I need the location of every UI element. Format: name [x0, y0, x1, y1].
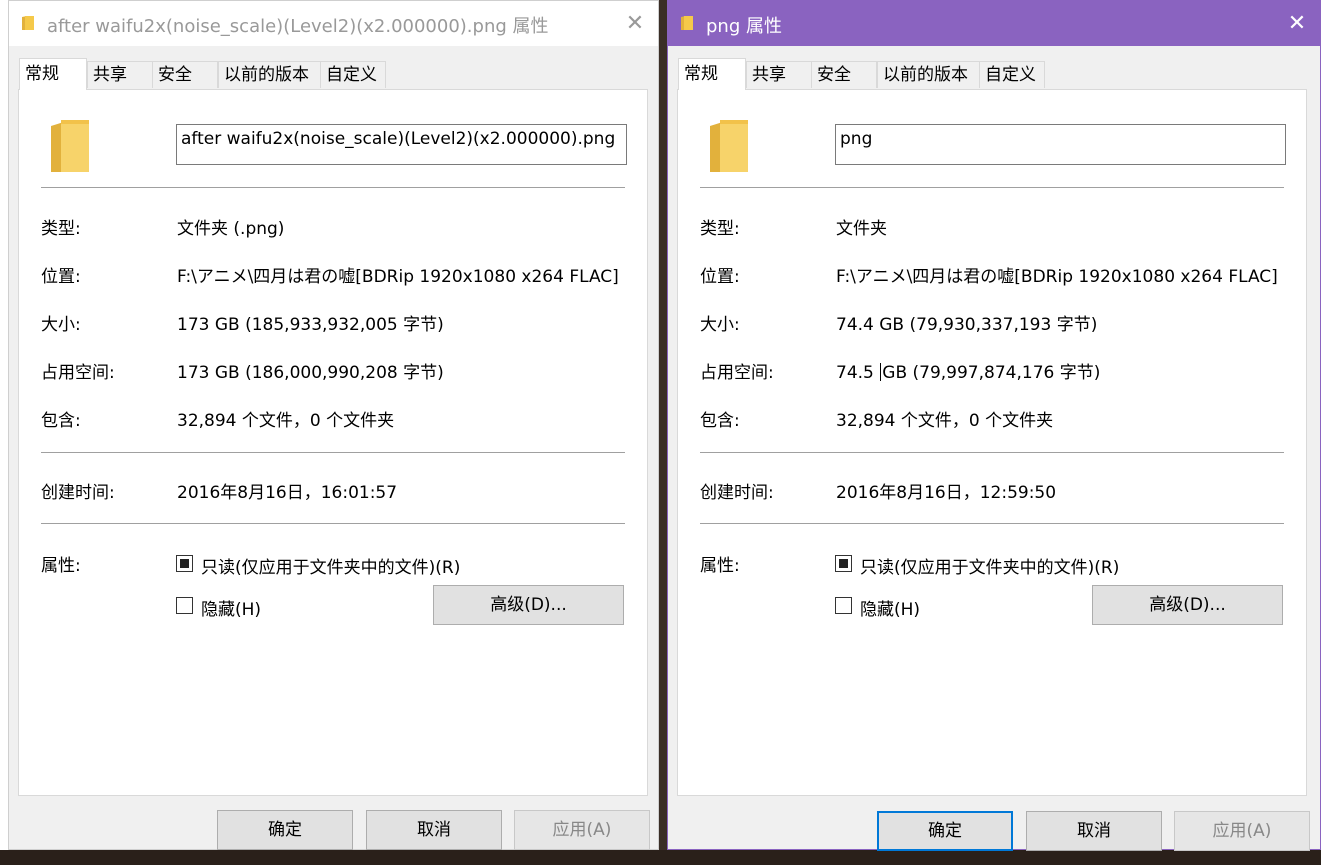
disk-size-value[interactable]: 74.5 GB (79,997,874,176 字节): [836, 358, 1286, 383]
type-value: 文件夹 (.png): [177, 219, 285, 239]
hidden-checkbox[interactable]: [835, 597, 852, 614]
disk-size-value: 173 GB (186,000,990,208 字节): [177, 363, 444, 383]
general-panel: png 类型: 文件夹 位置: F:\アニメ\四月は君の嘘[BDRip 1920…: [677, 89, 1307, 796]
hidden-label[interactable]: 隐藏(H): [201, 595, 261, 620]
location-value[interactable]: F:\アニメ\四月は君の嘘[BDRip 1920x1080 x264 FLAC]: [177, 262, 627, 287]
readonly-label[interactable]: 只读(仅应用于文件夹中的文件)(R): [201, 553, 460, 578]
location-label: 位置:: [700, 267, 740, 287]
created-value: 2016年8月16日，16:01:57: [177, 483, 398, 503]
advanced-button[interactable]: 高级(D)...: [1092, 585, 1283, 625]
divider: [700, 187, 1284, 188]
hidden-checkbox[interactable]: [176, 597, 193, 614]
contains-label: 包含:: [700, 411, 740, 431]
size-label: 大小:: [700, 315, 740, 335]
disk-size-bytes: GB (79,997,874,176 字节): [882, 363, 1101, 383]
divider: [41, 187, 625, 188]
created-label: 创建时间:: [41, 483, 115, 503]
apply-button[interactable]: 应用(A): [514, 810, 650, 850]
readonly-checkbox[interactable]: [176, 555, 193, 572]
background-window-edge: [0, 0, 8, 865]
tab-sharing[interactable]: 共享: [746, 61, 812, 88]
title-bar[interactable]: after waifu2x(noise_scale)(Level2)(x2.00…: [9, 1, 658, 46]
ok-button[interactable]: 确定: [217, 810, 353, 850]
folder-icon: [681, 16, 693, 30]
close-icon[interactable]: ✕: [1274, 1, 1320, 46]
divider: [41, 523, 625, 524]
tab-sharing[interactable]: 共享: [87, 61, 153, 88]
window-title: png 属性: [706, 16, 782, 37]
window-title: after waifu2x(noise_scale)(Level2)(x2.00…: [47, 16, 549, 37]
hidden-label[interactable]: 隐藏(H): [860, 595, 920, 620]
tab-security[interactable]: 安全: [811, 61, 877, 88]
size-label: 大小:: [41, 315, 81, 335]
location-label: 位置:: [41, 267, 81, 287]
folder-icon: [51, 120, 89, 172]
tab-customize[interactable]: 自定义: [320, 61, 386, 88]
close-icon[interactable]: ✕: [612, 1, 658, 46]
readonly-checkbox[interactable]: [835, 555, 852, 572]
type-label: 类型:: [41, 219, 81, 239]
advanced-button[interactable]: 高级(D)...: [433, 585, 624, 625]
created-value: 2016年8月16日，12:59:50: [836, 483, 1057, 503]
disk-size-label: 占用空间:: [700, 363, 774, 383]
type-label: 类型:: [700, 219, 740, 239]
title-bar[interactable]: png 属性 ✕: [668, 1, 1320, 46]
location-value[interactable]: F:\アニメ\四月は君の嘘[BDRip 1920x1080 x264 FLAC]: [836, 262, 1286, 287]
folder-icon: [22, 16, 34, 30]
contains-value: 32,894 个文件，0 个文件夹: [836, 411, 1054, 431]
attributes-label: 属性:: [41, 556, 81, 576]
tab-general[interactable]: 常规: [678, 58, 746, 90]
folder-icon: [710, 120, 748, 172]
size-value: 173 GB (185,933,932,005 字节): [177, 315, 444, 335]
divider: [700, 523, 1284, 524]
tab-general[interactable]: 常规: [19, 58, 87, 90]
general-panel: after waifu2x(noise_scale)(Level2)(x2.00…: [18, 89, 648, 796]
disk-size-label: 占用空间:: [41, 363, 115, 383]
tab-previous-versions[interactable]: 以前的版本: [218, 61, 321, 88]
disk-size-number: 74.5: [836, 363, 874, 383]
folder-name-input[interactable]: png: [835, 124, 1286, 165]
properties-dialog-left: after waifu2x(noise_scale)(Level2)(x2.00…: [8, 0, 659, 850]
contains-value: 32,894 个文件，0 个文件夹: [177, 411, 395, 431]
apply-button[interactable]: 应用(A): [1174, 811, 1310, 851]
created-label: 创建时间:: [700, 483, 774, 503]
size-value: 74.4 GB (79,930,337,193 字节): [836, 315, 1098, 335]
tab-customize[interactable]: 自定义: [979, 61, 1045, 88]
cancel-button[interactable]: 取消: [366, 810, 502, 850]
tab-previous-versions[interactable]: 以前的版本: [877, 61, 980, 88]
ok-button[interactable]: 确定: [877, 811, 1013, 851]
contains-label: 包含:: [41, 411, 81, 431]
type-value: 文件夹: [836, 219, 887, 239]
properties-dialog-right: png 属性 ✕ 常规 共享 安全 以前的版本 自定义 png 类型: 文件夹 …: [667, 0, 1321, 851]
divider: [41, 452, 625, 453]
folder-name-input[interactable]: after waifu2x(noise_scale)(Level2)(x2.00…: [176, 124, 627, 165]
cancel-button[interactable]: 取消: [1026, 811, 1162, 851]
readonly-label[interactable]: 只读(仅应用于文件夹中的文件)(R): [860, 553, 1119, 578]
tab-security[interactable]: 安全: [152, 61, 218, 88]
divider: [700, 452, 1284, 453]
attributes-label: 属性:: [700, 556, 740, 576]
background-taskbar-strip: [0, 850, 1321, 865]
